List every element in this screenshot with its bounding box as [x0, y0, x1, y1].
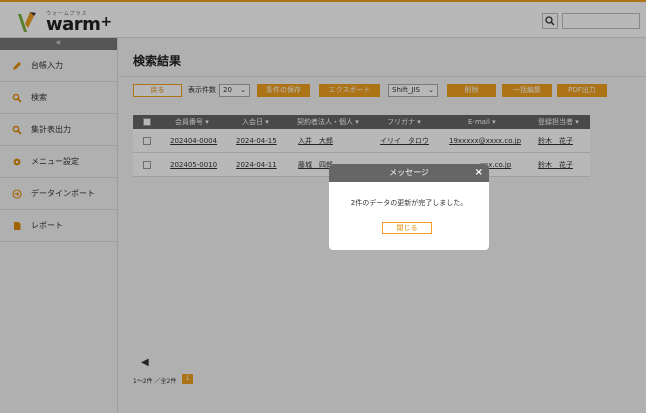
dialog-title: メッセージ — [389, 168, 429, 177]
dialog-header: メッセージ × — [329, 164, 489, 182]
modal-overlay[interactable] — [0, 0, 646, 413]
close-icon[interactable]: × — [475, 164, 483, 182]
message-dialog: メッセージ × 2件のデータの更新が完了しました。 閉じる — [329, 164, 489, 250]
dialog-message: 2件のデータの更新が完了しました。 — [350, 199, 468, 207]
dialog-close-button[interactable]: 閉じる — [382, 222, 432, 234]
